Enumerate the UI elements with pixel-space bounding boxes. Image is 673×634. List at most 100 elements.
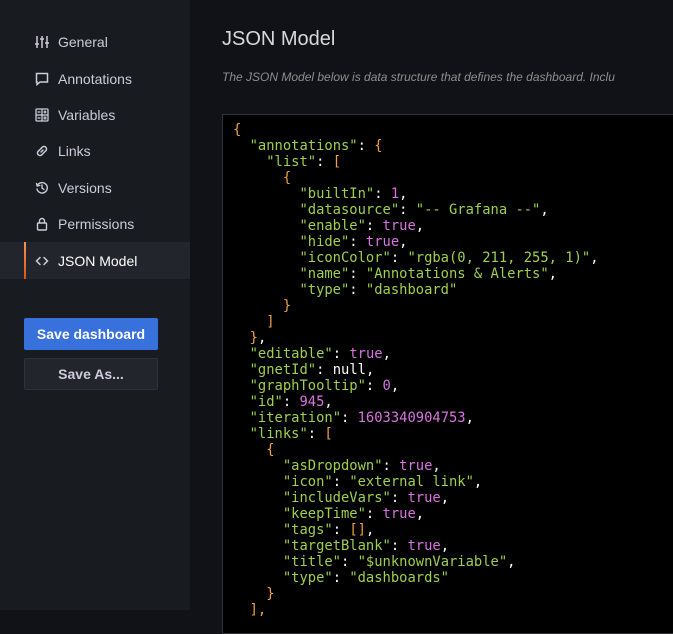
code-token: "builtIn": [299, 186, 375, 202]
code-token: :: [365, 218, 383, 234]
code-token: :: [307, 426, 325, 442]
sidebar-item-label: Permissions: [58, 216, 135, 233]
sidebar-item-json-model[interactable]: JSON Model: [0, 242, 190, 280]
code-token: "hide": [299, 234, 350, 250]
sidebar-item-variables[interactable]: Variables: [0, 97, 190, 133]
code-line: "iteration": 1603340904753,: [233, 410, 673, 426]
code-token: :: [332, 522, 350, 538]
code-token: "external link": [349, 474, 474, 490]
settings-sidebar: General Annotations Variables Links Vers…: [0, 0, 190, 610]
page-description: The JSON Model below is data structure t…: [222, 70, 615, 84]
code-line: "editable": true,: [233, 346, 673, 362]
json-code[interactable]: { "annotations": { "list": [ { "builtIn"…: [223, 115, 673, 618]
code-line: "targetBlank": true,: [233, 538, 673, 554]
code-token: {: [266, 442, 275, 458]
calculator-icon: [34, 107, 50, 123]
sidebar-item-links[interactable]: Links: [0, 133, 190, 169]
code-token: :: [382, 458, 400, 474]
code-token: ,: [440, 538, 449, 554]
sidebar-item-annotations[interactable]: Annotations: [0, 60, 190, 96]
code-token: "type": [299, 282, 350, 298]
code-token: :: [341, 410, 358, 426]
code-token: 1: [390, 186, 400, 202]
code-token: "icon": [282, 474, 333, 490]
code-token: }: [266, 586, 275, 602]
code-token: "title": [282, 554, 341, 570]
lock-icon: [34, 216, 50, 232]
code-token: "iteration": [249, 410, 341, 426]
code-token: :: [332, 346, 350, 362]
code-line: "title": "$unknownVariable",: [233, 554, 673, 570]
code-token: "links": [249, 426, 308, 442]
settings-nav: General Annotations Variables Links Vers…: [0, 0, 190, 280]
code-token: :: [316, 362, 333, 378]
code-line: "name": "Annotations & Alerts",: [233, 266, 673, 282]
code-token: "dashboard": [365, 282, 458, 298]
save-dashboard-button[interactable]: Save dashboard: [24, 318, 158, 350]
code-token: :: [365, 506, 383, 522]
code-token: ,: [507, 554, 516, 570]
code-token: "targetBlank": [282, 538, 391, 554]
code-token: ,: [540, 202, 549, 218]
code-token: "list": [266, 154, 317, 170]
code-token: null: [332, 362, 366, 378]
code-token: ,: [590, 250, 599, 266]
code-line: {: [233, 170, 673, 186]
code-token: :: [349, 282, 366, 298]
code-token: {: [233, 122, 242, 138]
code-token: :: [332, 570, 350, 586]
code-token: :: [341, 554, 358, 570]
code-token: ,: [473, 474, 483, 490]
sidebar-item-general[interactable]: General: [0, 24, 190, 60]
code-token: :: [390, 490, 408, 506]
code-token: 1603340904753: [357, 410, 466, 426]
code-line: "enable": true,: [233, 218, 673, 234]
json-editor[interactable]: { "annotations": { "list": [ { "builtIn"…: [222, 114, 673, 634]
code-line: "includeVars": true,: [233, 490, 673, 506]
code-token: "includeVars": [282, 490, 391, 506]
code-line: },: [233, 330, 673, 346]
code-token: true: [407, 538, 441, 554]
code-line: "annotations": {: [233, 138, 673, 154]
code-token: "keepTime": [282, 506, 366, 522]
code-icon: [34, 253, 50, 269]
code-token: :: [374, 186, 391, 202]
code-token: "$unknownVariable": [357, 554, 508, 570]
code-line: ]: [233, 314, 673, 330]
code-line: "iconColor": "rgba(0, 211, 255, 1)",: [233, 250, 673, 266]
code-line: "builtIn": 1,: [233, 186, 673, 202]
code-token: "dashboards": [349, 570, 449, 586]
code-token: true: [365, 234, 400, 250]
code-token: ,: [365, 522, 375, 538]
save-as-button[interactable]: Save As...: [24, 358, 158, 390]
code-token: ,: [399, 234, 408, 250]
code-token: "rgba(0, 211, 255, 1)": [407, 250, 591, 266]
sidebar-item-versions[interactable]: Versions: [0, 170, 190, 206]
code-line: "asDropdown": true,: [233, 458, 673, 474]
code-token: :: [349, 234, 366, 250]
sidebar-item-permissions[interactable]: Permissions: [0, 206, 190, 242]
comment-icon: [34, 71, 50, 87]
code-line: }: [233, 586, 673, 602]
code-line: "keepTime": true,: [233, 506, 673, 522]
code-token: "iconColor": [299, 250, 391, 266]
